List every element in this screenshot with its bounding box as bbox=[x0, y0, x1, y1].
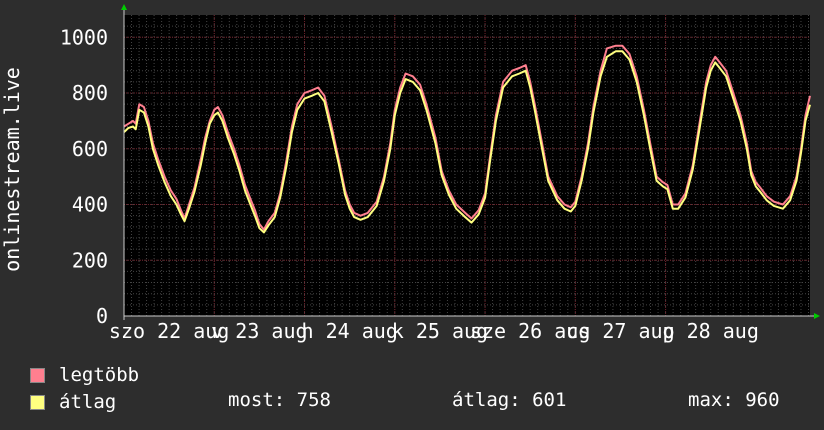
y-axis: 0 200 400 600 800 1000 bbox=[60, 25, 108, 328]
legend-item-max: legtöbb bbox=[30, 362, 139, 389]
legend-label-avg: átlag bbox=[59, 391, 117, 413]
x-tick-label: v 23 aug bbox=[211, 319, 307, 343]
x-axis: szo 22 augv 23 augh 24 augk 25 augsze 26… bbox=[109, 319, 759, 343]
legend-item-avg: átlag bbox=[30, 389, 139, 416]
y-tick-label: 400 bbox=[72, 193, 108, 217]
y-tick-label: 1000 bbox=[60, 25, 108, 49]
x-tick-label: h 24 aug bbox=[301, 319, 397, 343]
y-tick-label: 600 bbox=[72, 137, 108, 161]
legend-label-max: legtöbb bbox=[59, 364, 140, 386]
y-axis-label: onlinestream.live bbox=[0, 67, 24, 272]
y-tick-label: 0 bbox=[96, 304, 108, 328]
plot-area bbox=[124, 15, 810, 316]
stat-maximum: max: 960 bbox=[688, 389, 780, 411]
legend: legtöbb átlag bbox=[30, 362, 139, 416]
y-axis-arrow bbox=[121, 4, 127, 10]
x-axis-arrow bbox=[814, 313, 820, 319]
y-tick-label: 200 bbox=[72, 248, 108, 272]
x-tick-label: cs 27 aug bbox=[566, 319, 674, 343]
x-tick-label: p 28 aug bbox=[663, 319, 759, 343]
y-tick-label: 800 bbox=[72, 81, 108, 105]
legend-swatch-max bbox=[30, 368, 45, 383]
legend-swatch-avg bbox=[30, 395, 45, 410]
stat-average: átlag: 601 bbox=[452, 389, 567, 411]
stat-current: most: 758 bbox=[228, 389, 331, 411]
